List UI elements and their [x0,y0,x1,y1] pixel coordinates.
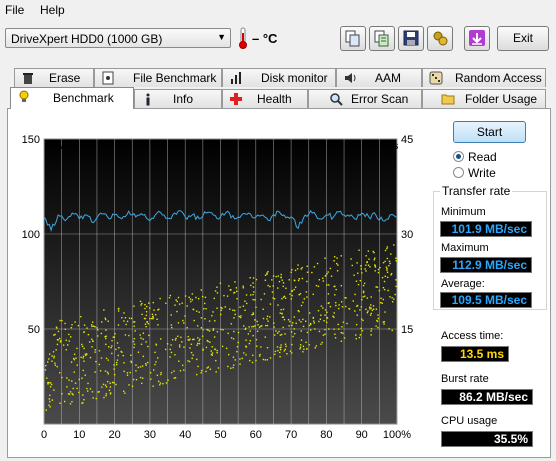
menu-file[interactable]: File [5,3,24,17]
transfer-rate-title: Transfer rate [440,184,513,198]
save-icon [403,30,419,46]
folder-icon [441,94,455,105]
maximum-label: Maximum [441,242,489,254]
settings-icon [433,31,448,46]
save-button[interactable] [398,26,424,51]
access-time-value: 13.5 ms [441,346,509,362]
tab-label: File Benchmark [133,71,217,85]
write-radio[interactable] [453,167,464,178]
temperature-readout: – °C [252,31,278,46]
disk-monitor-icon [231,72,241,84]
maximum-value: 112.9 MB/sec [440,257,532,273]
cpu-usage-label: CPU usage [441,415,498,427]
download-icon [469,30,485,46]
tab-random-access[interactable]: Random Access [422,68,546,87]
tab-label: Random Access [455,71,542,85]
bulb-icon [19,90,29,102]
tab-label: Folder Usage [465,92,538,106]
menu-bar: File Help [0,0,556,20]
tab-erase[interactable]: Erase [14,68,94,87]
drive-select[interactable]: DriveXpert HDD0 (1000 GB) ▼ [5,28,231,48]
tab-health[interactable]: Health [222,89,308,108]
chevron-down-icon: ▼ [217,32,226,42]
health-icon [230,93,242,105]
tab-label: Error Scan [351,92,409,106]
minimum-label: Minimum [441,206,486,218]
tab-label: Health [257,92,292,106]
tab-info[interactable]: Info [134,89,222,108]
download-button[interactable] [464,26,490,51]
copy-button[interactable] [340,26,366,51]
thermometer-icon [239,27,247,49]
minimum-value: 101.9 MB/sec [440,221,532,237]
menu-help[interactable]: Help [40,3,65,17]
tab-benchmark[interactable]: Benchmark [10,87,134,109]
access-time-label: Access time: [441,330,504,342]
tab-label: Benchmark [53,91,114,105]
average-label: Average: [441,278,485,290]
tab-label: Disk monitor [261,71,328,85]
tab-error-scan[interactable]: Error Scan [308,89,422,108]
copy-text-button[interactable] [369,26,395,51]
tab-label: Info [173,92,194,106]
tab-label: AAM [375,71,402,85]
burst-rate-label: Burst rate [441,373,489,385]
start-button[interactable]: Start [453,121,526,143]
speaker-icon [345,73,356,83]
file-benchmark-icon [102,71,114,85]
write-label: Write [468,166,496,180]
copy-icon [345,30,360,47]
cpu-usage-value: 35.5% [441,431,533,447]
drive-select-value: DriveXpert HDD0 (1000 GB) [11,32,163,46]
read-radio[interactable] [453,151,464,162]
tab-label: Erase [49,71,81,85]
tab-file-benchmark[interactable]: File Benchmark [94,68,222,87]
magnifier-icon [330,93,343,106]
trash-icon [23,73,33,84]
read-label: Read [468,150,497,164]
average-value: 109.5 MB/sec [440,292,532,308]
dice-icon [429,71,443,85]
tab-disk-monitor[interactable]: Disk monitor [222,68,336,87]
copy-text-icon [374,30,389,47]
burst-rate-value: 86.2 MB/sec [441,389,533,405]
exit-button[interactable]: Exit [497,26,549,51]
settings-button[interactable] [427,26,453,51]
tab-folder-usage[interactable]: Folder Usage [422,89,546,108]
tab-aam[interactable]: AAM [336,68,422,87]
info-icon [146,93,150,106]
